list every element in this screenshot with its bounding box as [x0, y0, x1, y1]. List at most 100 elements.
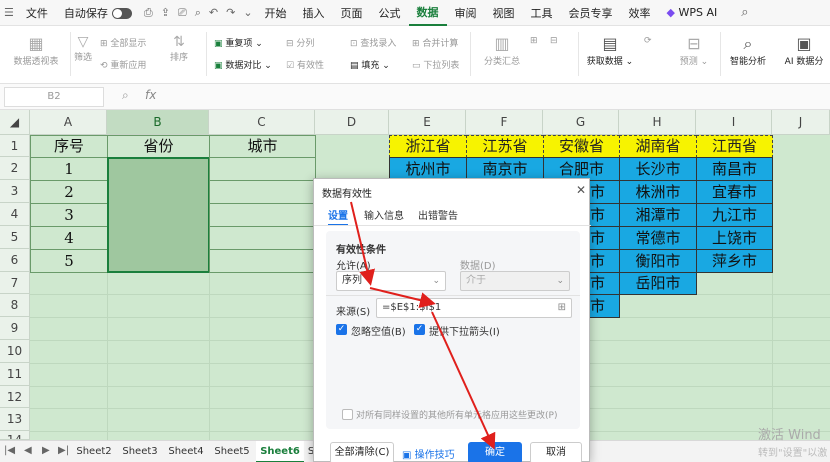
sheet-tab-sheet4[interactable]: Sheet4: [164, 441, 208, 462]
subtotal-button[interactable]: ▥ 分类汇总: [478, 34, 526, 67]
ok-button[interactable]: 确定: [468, 442, 522, 462]
col-header-f[interactable]: F: [466, 110, 543, 135]
cell-f1[interactable]: 江苏省: [466, 135, 544, 158]
fx-icon[interactable]: fx: [145, 88, 156, 102]
sort-button[interactable]: ⇅ 排序: [170, 34, 188, 63]
sheet-tab-sheet6[interactable]: Sheet6: [256, 441, 304, 462]
sheet-tab-sheet5[interactable]: Sheet5: [210, 441, 254, 462]
row-header[interactable]: 3: [0, 180, 30, 203]
export-icon[interactable]: ⇪: [161, 6, 170, 19]
cell-h5[interactable]: 常德市: [619, 226, 697, 250]
find-entry-button[interactable]: ⊡ 查找录入: [350, 36, 396, 49]
wps-ai-button[interactable]: ◆ WPS AI: [659, 6, 726, 19]
tab-tools[interactable]: 工具: [523, 5, 561, 21]
next-sheet-icon[interactable]: ▶: [42, 445, 50, 456]
cell-c5[interactable]: [209, 226, 316, 250]
allow-select[interactable]: 序列 ⌄: [336, 271, 446, 291]
cell-c3[interactable]: [209, 180, 316, 204]
tab-start[interactable]: 开始: [257, 5, 295, 21]
prev-sheet-icon[interactable]: ◀: [24, 445, 32, 456]
cell-c4[interactable]: [209, 203, 316, 227]
cell-a3[interactable]: 2: [30, 180, 108, 204]
smart-analysis-button[interactable]: ⌕ 智能分析: [726, 34, 770, 67]
file-menu[interactable]: 文件: [18, 5, 56, 21]
row-header[interactable]: 1: [0, 135, 30, 157]
col-header-j[interactable]: J: [772, 110, 830, 135]
row-header[interactable]: 11: [0, 363, 30, 386]
row-header[interactable]: 12: [0, 386, 30, 408]
row-header[interactable]: 8: [0, 294, 30, 317]
cell-h7[interactable]: 岳阳市: [619, 272, 697, 295]
row-header[interactable]: 14: [0, 431, 30, 440]
sheet-tab-sheet2[interactable]: Sheet2: [72, 441, 116, 462]
cell-e1[interactable]: 浙江省: [389, 135, 467, 158]
cell-h4[interactable]: 湘潭市: [619, 203, 697, 227]
compare-button[interactable]: ▣ 数据对比 ⌄: [214, 58, 272, 71]
merge-calc-button[interactable]: ⊞ 合并计算: [412, 36, 458, 49]
close-icon[interactable]: ✕: [576, 183, 586, 197]
tab-view[interactable]: 视图: [485, 5, 523, 21]
select-all-corner[interactable]: ◢: [0, 110, 30, 135]
ai-analysis-button[interactable]: ▣ AI 数据分: [780, 34, 828, 67]
row-header[interactable]: 5: [0, 226, 30, 249]
cell-i4[interactable]: 九江市: [696, 203, 773, 227]
row-header[interactable]: 13: [0, 408, 30, 431]
row-header[interactable]: 9: [0, 317, 30, 340]
reapply-button[interactable]: ⟲ 重新应用: [100, 58, 146, 71]
cell-a2[interactable]: 1: [30, 157, 108, 181]
print-icon[interactable]: ⎚: [178, 6, 187, 20]
cell-h6[interactable]: 衡阳市: [619, 249, 697, 273]
selected-range-b2-b6[interactable]: [107, 157, 210, 273]
tab-review[interactable]: 审阅: [447, 5, 485, 21]
col-header-a[interactable]: A: [30, 110, 107, 135]
refresh-icon[interactable]: ⟳: [644, 36, 652, 46]
autosave-toggle[interactable]: [111, 8, 132, 19]
col-header-d[interactable]: D: [315, 110, 389, 135]
preview-icon[interactable]: ⌕: [195, 6, 201, 20]
dropdown-list-button[interactable]: ▭ 下拉列表: [412, 58, 459, 71]
cell-a1[interactable]: 序号: [30, 135, 108, 158]
zoom-icon[interactable]: ⌕: [122, 88, 129, 103]
forecast-button[interactable]: ⊟ 预测 ⌄: [676, 34, 712, 67]
cell-i6[interactable]: 萍乡市: [696, 249, 773, 273]
cell-a5[interactable]: 4: [30, 226, 108, 250]
col-header-e[interactable]: E: [389, 110, 466, 135]
validity-button[interactable]: ☑ 有效性: [286, 58, 324, 71]
cell-a6[interactable]: 5: [30, 249, 108, 273]
sheet-tab-sheet3[interactable]: Sheet3: [118, 441, 162, 462]
show-all-button[interactable]: ⊞ 全部显示: [100, 36, 146, 49]
tips-link[interactable]: ▣ 操作技巧: [402, 446, 455, 461]
name-box[interactable]: B2: [4, 87, 104, 107]
col-header-h[interactable]: H: [619, 110, 696, 135]
col-header-c[interactable]: C: [209, 110, 315, 135]
tab-error-alert[interactable]: 出错警告: [418, 207, 458, 222]
dropdown-arrow-checkbox[interactable]: ✓: [414, 324, 425, 335]
split-button[interactable]: ⊟ 分列: [286, 36, 314, 49]
cancel-button[interactable]: 取消: [530, 442, 582, 462]
cell-i3[interactable]: 宜春市: [696, 180, 773, 204]
tab-formula[interactable]: 公式: [371, 5, 409, 21]
cell-c6[interactable]: [209, 249, 316, 273]
cell-g1[interactable]: 安徽省: [543, 135, 620, 158]
pivot-table-button[interactable]: ▦ 数据透视表: [8, 34, 64, 67]
tab-settings[interactable]: 设置: [328, 207, 348, 226]
tab-efficiency[interactable]: 效率: [621, 5, 659, 21]
col-header-g[interactable]: G: [543, 110, 619, 135]
menu-icon[interactable]: ☰: [4, 6, 14, 19]
range-picker-icon[interactable]: ⊞: [558, 299, 566, 317]
last-sheet-icon[interactable]: ▶|: [58, 445, 69, 456]
more-icon[interactable]: ⌄: [243, 6, 252, 19]
outline-icon[interactable]: ⊞: [530, 36, 538, 46]
cell-h2[interactable]: 长沙市: [619, 157, 697, 181]
row-header[interactable]: 2: [0, 157, 30, 180]
col-header-b[interactable]: B: [107, 110, 209, 135]
cell-c1[interactable]: 城市: [209, 135, 316, 158]
cell-i2[interactable]: 南昌市: [696, 157, 773, 181]
save-icon[interactable]: ⎙: [144, 6, 153, 20]
row-header[interactable]: 10: [0, 340, 30, 363]
tab-member[interactable]: 会员专享: [561, 5, 621, 21]
tab-page[interactable]: 页面: [333, 5, 371, 21]
cell-i1[interactable]: 江西省: [696, 135, 773, 158]
search-icon[interactable]: ⌕: [741, 5, 748, 20]
cell-c2[interactable]: [209, 157, 316, 181]
